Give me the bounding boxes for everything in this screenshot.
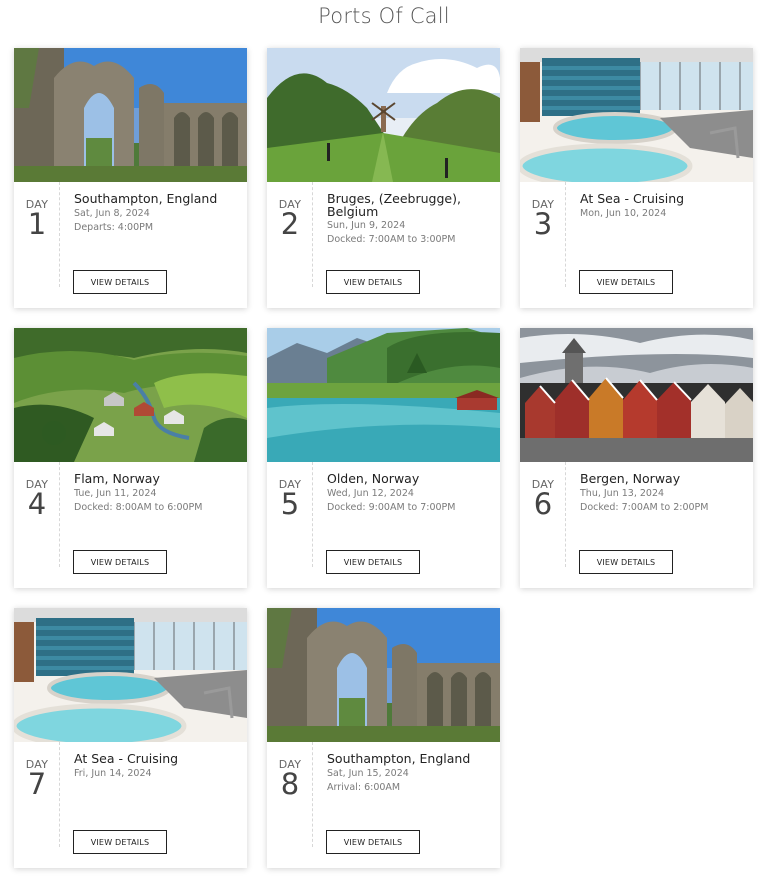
port-time: Docked: 7:00AM to 2:00PM [580,501,709,513]
port-time: Departs: 4:00PM [74,221,154,233]
port-card: DAY 7 At Sea - Cruising Fri, Jun 14, 202… [14,608,247,868]
port-date: Sat, Jun 15, 2024 [327,767,409,779]
day-column: DAY 2 [267,182,313,287]
day-column: DAY 4 [14,462,60,567]
port-name: Southampton, England [327,751,471,766]
port-name: At Sea - Cruising [74,751,179,766]
bryggen-houses-image[interactable] [520,328,753,462]
valley-village-image[interactable] [14,328,247,462]
port-info: Southampton, England Sat, Jun 8, 2024 De… [74,191,242,235]
port-name: Southampton, England [74,191,218,206]
port-info: Flam, Norway Tue, Jun 11, 2024 Docked: 8… [74,471,242,515]
view-details-button[interactable]: VIEW DETAILS [326,830,420,854]
day-number: 5 [280,487,300,521]
port-name: Flam, Norway [74,471,160,486]
port-name: At Sea - Cruising [580,191,685,206]
port-info: Olden, Norway Wed, Jun 12, 2024 Docked: … [327,471,495,515]
port-time: Arrival: 6:00AM [327,781,401,793]
day-number: 4 [27,487,47,521]
port-date: Thu, Jun 13, 2024 [580,487,665,499]
port-card: DAY 2 Bruges, (Zeebrugge), Belgium Sun, … [267,48,500,308]
day-column: DAY 3 [520,182,566,287]
port-date: Mon, Jun 10, 2024 [580,207,667,219]
day-column: DAY 5 [267,462,313,567]
port-date: Sun, Jun 9, 2024 [327,220,406,231]
port-date: Wed, Jun 12, 2024 [327,487,414,499]
port-time: Docked: 9:00AM to 7:00PM [327,501,456,513]
day-column: DAY 7 [14,742,60,847]
port-date: Fri, Jun 14, 2024 [74,767,152,779]
view-details-button[interactable]: VIEW DETAILS [579,550,673,574]
port-card: DAY 8 Southampton, England Sat, Jun 15, … [267,608,500,868]
port-info: Southampton, England Sat, Jun 15, 2024 A… [327,751,495,795]
day-number: 3 [533,207,553,241]
port-time: Docked: 7:00AM to 3:00PM [327,234,456,245]
day-number: 8 [280,767,300,801]
page-title: Ports Of Call [318,4,450,28]
view-details-button[interactable]: VIEW DETAILS [326,550,420,574]
port-date: Sat, Jun 8, 2024 [74,207,150,219]
view-details-button[interactable]: VIEW DETAILS [326,270,420,294]
day-number: 2 [280,207,300,241]
day-column: DAY 6 [520,462,566,567]
port-date: Tue, Jun 11, 2024 [74,487,157,499]
port-info: At Sea - Cruising Fri, Jun 14, 2024 [74,751,242,781]
port-info: Bergen, Norway Thu, Jun 13, 2024 Docked:… [580,471,748,515]
port-name: Bergen, Norway [580,471,681,486]
port-info: At Sea - Cruising Mon, Jun 10, 2024 [580,191,748,221]
port-card: DAY 1 Southampton, England Sat, Jun 8, 2… [14,48,247,308]
day-column: DAY 1 [14,182,60,287]
windmill-avenue-image[interactable] [267,48,500,182]
day-number: 6 [533,487,553,521]
day-number: 7 [27,767,47,801]
port-info: Bruges, (Zeebrugge), Belgium Sun, Jun 9,… [327,191,495,247]
ship-spa-pool-image[interactable] [14,608,247,742]
view-details-button[interactable]: VIEW DETAILS [73,270,167,294]
ruins-image[interactable] [14,48,247,182]
view-details-button[interactable]: VIEW DETAILS [579,270,673,294]
port-card: DAY 6 Bergen, Norway Thu, Jun 13, 2024 D… [520,328,753,588]
port-name: Bruges, (Zeebrugge), Belgium [327,191,461,219]
fjord-river-image[interactable] [267,328,500,462]
ruins-image[interactable] [267,608,500,742]
port-card: DAY 5 Olden, Norway Wed, Jun 12, 2024 Do… [267,328,500,588]
port-card: DAY 4 Flam, Norway Tue, Jun 11, 2024 Doc… [14,328,247,588]
day-column: DAY 8 [267,742,313,847]
view-details-button[interactable]: VIEW DETAILS [73,550,167,574]
ship-spa-pool-image[interactable] [520,48,753,182]
port-card: DAY 3 At Sea - Cruising Mon, Jun 10, 202… [520,48,753,308]
day-number: 1 [27,207,47,241]
port-name: Olden, Norway [327,471,420,486]
port-time: Docked: 8:00AM to 6:00PM [74,501,203,513]
view-details-button[interactable]: VIEW DETAILS [73,830,167,854]
